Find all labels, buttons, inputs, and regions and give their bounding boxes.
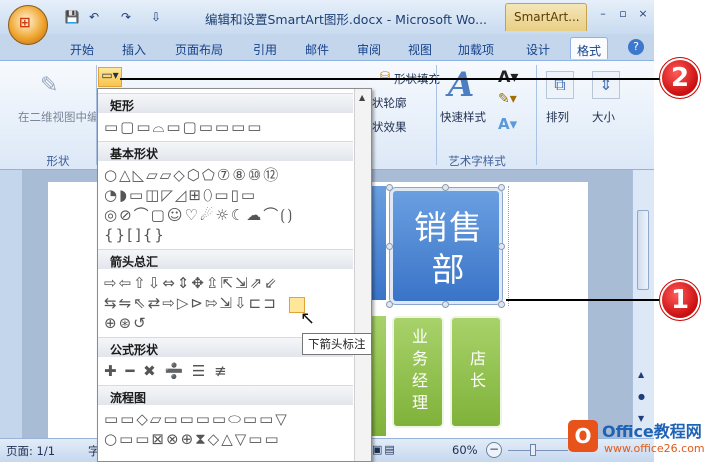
text-effects-icon[interactable]: A▾	[498, 115, 517, 133]
group-separator	[536, 65, 537, 165]
section-rectangles: 矩形	[98, 93, 353, 113]
tab-review[interactable]: 审阅	[357, 37, 381, 59]
section-block-arrows: 箭头总汇	[98, 249, 353, 269]
title-bar: 💾 ↶ ↷ ⇩ 编辑和设置SmartArt图形.docx - Microsoft…	[0, 0, 654, 34]
gallery-scrollbar[interactable]: ▲	[354, 89, 371, 461]
tab-format[interactable]: 格式	[570, 37, 609, 59]
shape-outline-button[interactable]: 状轮廓	[372, 95, 407, 111]
resize-handle[interactable]	[442, 301, 449, 308]
smartart-shape-business-manager[interactable]: 业务经理	[392, 316, 444, 428]
restore-button[interactable]: ▫	[614, 7, 632, 23]
watermark-brand: Office教程网	[602, 422, 702, 441]
size-button[interactable]: 大小	[592, 109, 615, 125]
shape-row[interactable]: ○▭▭⊠⊗⊕⧗◇△▽▭▭	[104, 429, 281, 449]
business-manager-text: 业务经理	[409, 328, 428, 416]
watermark-url: www.office26.com	[604, 442, 705, 455]
tab-home[interactable]: 开始	[70, 37, 94, 59]
shape-row[interactable]: ⇨⇦⇧⇩⇔⇕✥⇫⇱⇲⇗⇙	[104, 273, 279, 293]
shape-row[interactable]: ◎⊘⌒▢☺♡☄☼☾☁⌒⟮⟯	[104, 205, 294, 225]
mouse-pointer-icon: ↖	[300, 308, 316, 329]
ribbon-tabs: 开始 插入 页面布局 引用 邮件 审阅 视图 加载项 设计 格式 ?	[0, 34, 654, 60]
edit-in-2d-button[interactable]: 在二维视图中编辑	[18, 109, 110, 125]
resize-handle[interactable]	[498, 243, 505, 250]
shape-row[interactable]: ✚ ━ ✖ ➗ ☰ ≢	[104, 361, 229, 381]
shapes-gallery: 矩形 ▭▢▭⌓▭▢▭▭▭▭ 基本形状 ○△◺▱▱◇⬡⬠⑦⑧⑩⑫ ◔◗▭◫◸◿⊞⬯…	[97, 88, 372, 462]
resize-handle[interactable]	[498, 301, 505, 308]
zoom-slider-thumb[interactable]	[530, 444, 536, 456]
vertical-scrollbar[interactable]: ▲ ● ▼	[632, 170, 654, 438]
shape-tooltip: 下箭头标注	[302, 333, 372, 355]
close-button[interactable]: ×	[634, 7, 652, 23]
watermark: O Office教程网 www.office26.com	[560, 412, 723, 462]
section-basic-shapes: 基本形状	[98, 141, 353, 161]
zoom-out-icon[interactable]: −	[486, 442, 502, 458]
callout-number: 2	[659, 57, 701, 99]
store-manager-text: 店长	[467, 350, 486, 394]
arrange-button[interactable]: 排列	[546, 109, 569, 125]
page-count[interactable]: 页面: 1/1	[6, 443, 55, 459]
tab-mailings[interactable]: 邮件	[305, 37, 329, 59]
tab-references[interactable]: 引用	[253, 37, 277, 59]
group-separator	[436, 65, 437, 165]
text-fill-icon[interactable]: A▾	[498, 67, 518, 86]
section-flowchart: 流程图	[98, 385, 353, 405]
office-logo-icon: O	[568, 420, 598, 452]
resize-handle[interactable]	[442, 184, 449, 191]
callout-number: 1	[659, 279, 701, 321]
text-outline-icon[interactable]: ✎▾	[498, 91, 517, 107]
size-icon: ⇕	[592, 71, 620, 99]
help-icon[interactable]: ?	[628, 39, 644, 55]
tab-design[interactable]: 设计	[526, 37, 550, 59]
scrollbar-thumb[interactable]	[637, 210, 649, 290]
save-icon[interactable]: 💾	[64, 9, 80, 25]
quick-styles-button[interactable]: 快速样式	[440, 109, 486, 125]
resize-handle[interactable]	[386, 301, 393, 308]
document-title: 编辑和设置SmartArt图形.docx - Microsoft Wo...	[205, 12, 488, 27]
art-text-group-label: 艺术字样式	[448, 154, 506, 168]
shape-row[interactable]: ⇆⇋⇖⇄⇨▷⊳⇰⇲⇩⊏⊐	[104, 293, 278, 313]
shapes-group-label: 形状	[46, 154, 70, 168]
smartart-tools-tab: SmartArt...	[505, 3, 587, 31]
zoom-slider[interactable]	[508, 450, 568, 451]
edit-2d-icon: ✎	[40, 73, 59, 98]
smartart-shape-partial[interactable]	[372, 186, 386, 300]
scroll-up-icon[interactable]: ▲	[359, 93, 365, 102]
quick-styles-icon: A	[448, 65, 475, 105]
smartart-shape-sales[interactable]: 销售部	[389, 187, 503, 305]
tab-page-layout[interactable]: 页面布局	[175, 37, 223, 59]
vertical-ruler	[0, 170, 22, 438]
scroll-up-icon[interactable]: ▲	[638, 370, 644, 379]
office-button[interactable]: ⊞	[8, 5, 48, 45]
shape-row[interactable]: {}[]{}	[104, 225, 166, 245]
tab-insert[interactable]: 插入	[122, 37, 146, 59]
change-shape-button[interactable]: ▭▾	[98, 67, 122, 87]
shape-row[interactable]: ▭▢▭⌓▭▢▭▭▭▭	[104, 117, 263, 137]
sales-dept-text: 销售部	[414, 208, 484, 289]
shape-row[interactable]: ◔◗▭◫◸◿⊞⬯▭▯▭	[104, 185, 257, 205]
shape-effects-button[interactable]: 状效果	[372, 119, 407, 135]
zoom-level[interactable]: 60%	[452, 443, 478, 457]
resize-handle[interactable]	[498, 184, 505, 191]
view-buttons[interactable]: ▣▤	[372, 443, 397, 456]
tab-addins[interactable]: 加载项	[458, 37, 494, 59]
smartart-shape-partial[interactable]	[372, 316, 386, 436]
undo-icon[interactable]: ↶	[86, 9, 102, 25]
smartart-frame-border	[508, 186, 516, 306]
redo-icon[interactable]: ↷	[118, 9, 134, 25]
shape-row[interactable]: ▭▭◇▱▭▭▭▭⬭▭▭▽	[104, 409, 289, 429]
smartart-shape-store-manager[interactable]: 店长	[450, 316, 502, 428]
browse-object-icon[interactable]: ●	[638, 392, 645, 401]
resize-handle[interactable]	[386, 184, 393, 191]
office-logo-icon: ⊞	[19, 15, 31, 31]
resize-handle[interactable]	[386, 243, 393, 250]
arrange-icon: ⧉	[546, 71, 574, 99]
tab-view[interactable]: 视图	[408, 37, 432, 59]
minimize-button[interactable]: –	[594, 7, 612, 23]
customize-quick-access-icon[interactable]: ⇩	[148, 9, 164, 25]
callout-line	[506, 299, 678, 301]
shape-row[interactable]: ⊕⊛↺	[104, 313, 148, 333]
callout-line	[120, 78, 676, 80]
shape-row[interactable]: ○△◺▱▱◇⬡⬠⑦⑧⑩⑫	[104, 165, 280, 185]
